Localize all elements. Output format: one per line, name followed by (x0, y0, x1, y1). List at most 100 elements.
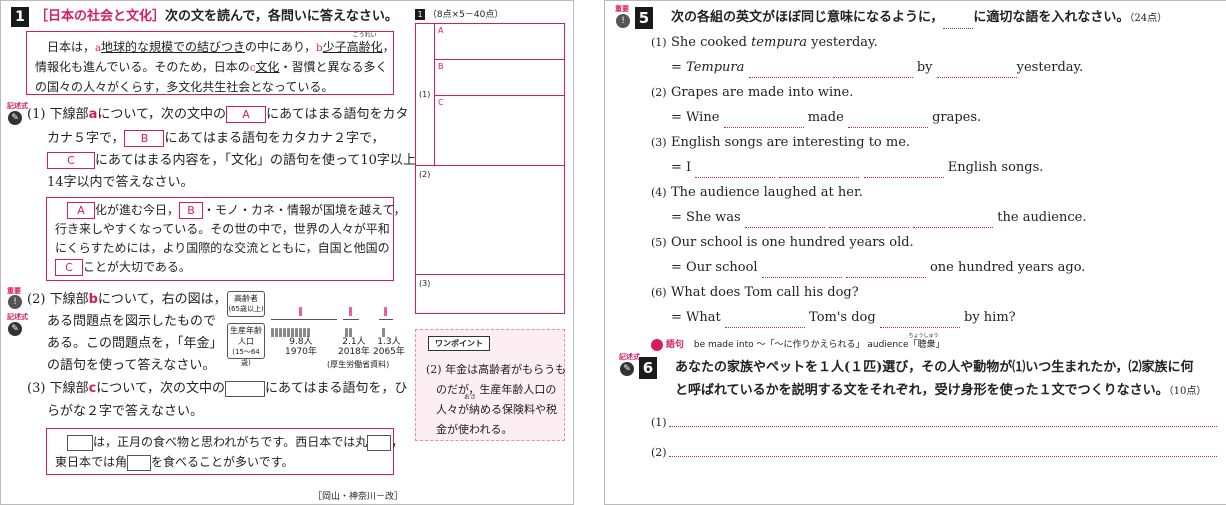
question-1-title: ［日本の社会と文化］ (35, 9, 166, 24)
ruby-osa: おさ (464, 394, 477, 401)
q1-2-line-1: (2) 下線部bについて，右の図は， (27, 292, 227, 307)
q5-tag-juyo: 重要 (615, 5, 629, 13)
blank-3c[interactable] (863, 164, 944, 178)
right-page: 重要 ! 5 次の各組の英文がほぼ同じ意味になるように， に適切な語を入れなさい。… (604, 0, 1226, 505)
fig-2065-elder (384, 301, 388, 320)
ruby-koureika: こうれい (352, 32, 377, 39)
vocabulary-note: 語句 be made into ～「～に作りかえられる」 audience「聴衆」… (651, 333, 945, 351)
q1-1-line-2: カナ５字で， B にあてはまる語句をカタカナ２字で， (47, 130, 385, 147)
vocabulary-icon (651, 338, 663, 351)
fig-2065-caption: 1.3人 2065年 (373, 337, 405, 357)
q1-3-line-1: (3) 下線部cについて，次の文中の にあてはまる語句を，ひ (27, 380, 408, 397)
answer-grid-header: 1 （8点×5－40点） (415, 7, 503, 20)
blank-2a[interactable] (723, 114, 804, 128)
q1-1-label: (1) (27, 107, 46, 122)
fig-2018-bar (343, 319, 359, 320)
blank-4b[interactable] (828, 214, 909, 228)
question-6-number: 6 (639, 357, 657, 379)
question-1-heading: ［日本の社会と文化］次の文を読んで，各問いに答えなさい。 (35, 7, 398, 27)
fig-2018-caption: 2.1人 2018年 (338, 337, 370, 357)
fig-2065-bar (379, 319, 393, 320)
q1-2-label: (2) (27, 292, 46, 307)
question-1-instruction: 次の文を読んで，各問いに答えなさい。 (165, 9, 398, 24)
box-A-2: A (67, 202, 95, 219)
tag-kijutsu-2: 記述式 (7, 313, 28, 321)
fig-working-label: 生産年齢 人口 (15～64歳) (227, 323, 265, 367)
q5-item-1-rewrite: = Tempura by yesterday. (651, 58, 1086, 83)
question-6-line-2: と呼ばれているかを説明する文をそれぞれ，受け身形を使った１文でつくりなさい。（1… (675, 383, 1207, 398)
question-5-number: 5 (635, 7, 653, 29)
fig-2018-elder (349, 301, 353, 320)
box-B: B (124, 130, 165, 147)
left-page: 1 ［日本の社会と文化］次の文を読んで，各問いに答えなさい。 日本は，a地球的な… (0, 0, 574, 505)
blank-5a[interactable] (761, 264, 842, 278)
tag-juyo-1: 重要 (7, 287, 21, 295)
q6-answer-1[interactable]: (1) (651, 411, 1217, 431)
q1-1-line-4: 14字以内で答えなさい。 (47, 175, 194, 190)
q1-1-line-1: (1) 下線部aについて，次の文中の A にあてはまる語句をカタ (27, 106, 409, 123)
passage-line-3: の国々の人々がくらす，多文化共生社会となっている。 (35, 80, 334, 94)
question-6-line-1: あなたの家族やペットを１人(１匹)選び，その人や動物が⑴いつ生まれたか，⑵家族に… (675, 360, 1194, 375)
box-C-2: C (55, 259, 83, 276)
blank-3b[interactable] (779, 164, 860, 178)
fig-1970-elder (299, 301, 303, 320)
q1-3-label: (3) (27, 381, 46, 396)
fig-1970-bar (271, 319, 337, 320)
tag-kijutsu-1: 記述式 (7, 102, 28, 110)
answer-cell-2[interactable]: (2) (416, 166, 564, 275)
blank-2b[interactable] (847, 114, 928, 128)
blank-box (225, 380, 265, 397)
blank-4c[interactable] (913, 214, 994, 228)
blank-1a[interactable] (748, 64, 829, 78)
passage-box: 日本は，a地球的な規模での結びつきの中にあり，b少子高齢化 こうれい， 情報化も進… (26, 31, 395, 95)
underline-c-text: 文化 (255, 60, 280, 74)
q5-item-6-rewrite: = What Tom's dog by him? (651, 308, 1086, 333)
fig-1970-workers (271, 322, 341, 337)
underline-b-text: 少子高齢化 こうれい (322, 32, 383, 54)
box-A: A (226, 106, 267, 123)
blank-1b[interactable] (832, 64, 913, 78)
box-B-2: B (179, 202, 204, 219)
fig-elder-label: 高齢者 (65歳以上) (227, 291, 265, 317)
one-point-title: ワンポイント (428, 336, 490, 351)
one-point-box: ワンポイント (2) 年金は高齢者がもらうも のだが，生産年齢人口の 人々が納め… (415, 329, 566, 441)
source-note: ［岡山・神奈川－改］ (313, 492, 404, 502)
q5-item-5-original: (5) Our school is one hundred years old. (651, 235, 914, 250)
answer-cell-A[interactable]: A (435, 24, 564, 60)
q5-item-2-rewrite: = Wine made grapes. (651, 108, 1086, 133)
q5-item-1-original: (1) She cooked tempura yesterday. (651, 35, 878, 50)
q5-item-6-original: (6) What does Tom call his dog? (651, 285, 859, 300)
q5-item-3-original: (3) English songs are interesting to me. (651, 135, 911, 150)
underline-a-text: 地球的な規模での結びつき (100, 40, 245, 54)
q5-item-3-rewrite: = I English songs. (651, 158, 1086, 183)
question-1-number: 1 (11, 7, 29, 27)
q5-item-4-original: (4) The audience laughed at her. (651, 185, 863, 200)
q6-answer-2[interactable]: (2) (651, 441, 1217, 461)
passage-line-2: 情報化も進んでいる。そのため，日本のc文化・習慣と異なる多く (35, 60, 388, 74)
blank-6b[interactable] (879, 314, 960, 328)
important-icon: ! (8, 295, 22, 309)
q1-1-sentence-box: A 化が進む今日， B ・モノ・カネ・情報が国境を越えて， 行き来しやすくなっている。… (46, 197, 406, 281)
answer-row-1: (1) A B C (416, 24, 564, 166)
important-icon: ! (616, 14, 630, 28)
answer-cell-3[interactable]: (3) (416, 275, 564, 313)
answer-cell-C[interactable]: C (435, 96, 564, 166)
blank-3a[interactable] (695, 164, 776, 178)
q5-item-4-rewrite: = She was the audience. (651, 208, 1086, 233)
q6-tag-kijutsu: 記述式 (619, 353, 640, 361)
blank-4a[interactable] (744, 214, 825, 228)
blank-6a[interactable] (724, 314, 805, 328)
q1-3-sentence-box: は，正月の食べ物と思われがちです。西日本では丸， 東日本では角 を食べることが多い… (46, 428, 403, 475)
passage-line-1: 日本は，a地球的な規模での結びつきの中にあり，b少子高齢化 こうれい， (47, 32, 395, 54)
box-C: C (47, 152, 95, 169)
pencil-icon: ✎ (8, 111, 22, 125)
blank-1c[interactable] (936, 64, 1017, 78)
q5-item-2-original: (2) Grapes are made into wine. (651, 85, 854, 100)
ruby-choushuu: ちょうしゅう (908, 333, 939, 339)
pencil-icon: ✎ (8, 322, 22, 336)
blank-5b[interactable] (845, 264, 926, 278)
answer-cell-B[interactable]: B (435, 60, 564, 96)
q5-items: (1) She cooked tempura yesterday. = Tempu… (651, 33, 1086, 333)
q5-item-5-rewrite: = Our school one hundred years ago. (651, 258, 1086, 283)
pencil-icon: ✎ (620, 362, 634, 376)
